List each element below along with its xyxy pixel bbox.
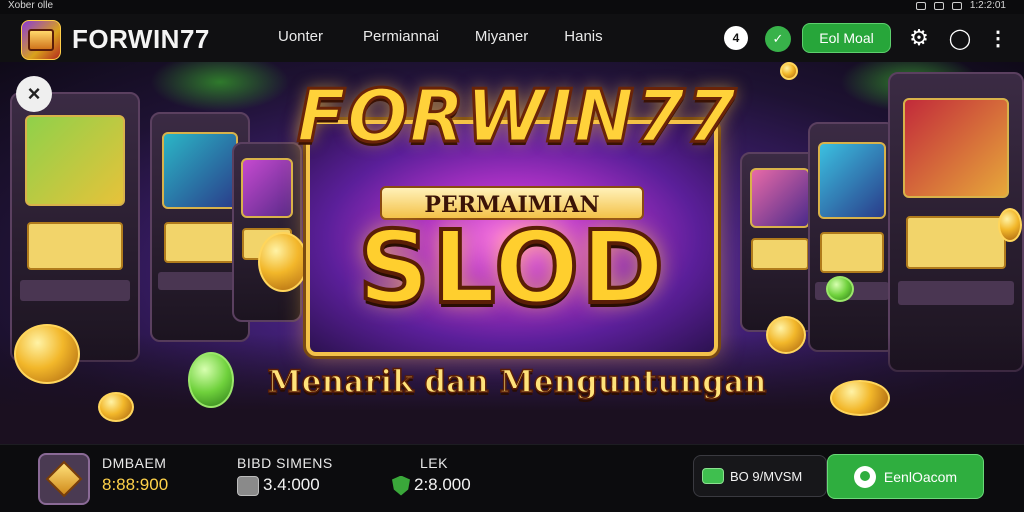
status-clock: 1:2:2:01 [969,0,1006,11]
machine-reels [820,232,884,274]
stat-value-row: 2:8.000 [392,475,471,496]
green-coin-icon [188,352,234,408]
machine-screen [240,158,294,218]
top-header: FORWIN77 Uonter Permiannai Miyaner Hanis… [0,14,1024,62]
stat-value-row: 3.4:000 [237,475,333,496]
nav-item-3[interactable]: Miyaner [475,28,528,45]
app-name-indicator: Xober olle [8,0,54,11]
machine-deck [897,281,1015,305]
machine-screen [749,168,811,228]
coin-icon [998,208,1022,242]
primary-action-button[interactable]: EenlOacom [827,454,984,499]
wifi-icon [915,1,926,10]
banner-headline: SLOD [356,209,667,326]
machine-reels [751,238,809,271]
gem-icon[interactable] [38,453,90,505]
refresh-icon [853,465,876,488]
machine-screen [24,115,126,206]
coin-icon [14,324,80,384]
close-icon[interactable]: × [16,76,52,112]
machine-screen [903,97,1009,199]
green-coin-icon [826,276,854,302]
stat-label: DMBAEM [102,455,167,471]
nav-item-4[interactable]: Hanis [564,28,602,45]
stat-value: 3.4:000 [263,475,320,494]
machine-reels [163,222,237,264]
stat-label: LEK [420,455,448,471]
cash-icon [702,468,724,484]
deposit-pill-label: BO 9/MVSM [730,468,803,484]
nav-item-2[interactable]: Permiannai [363,28,439,45]
coin-icon [766,316,806,354]
header-cta-button[interactable]: Eol Moal [802,23,891,53]
app-logo[interactable] [21,20,61,60]
nav-item-1[interactable]: Uonter [278,28,323,45]
primary-action-label: EenlOacom [883,468,958,485]
coin-icon [98,392,134,422]
coin-icon [258,232,308,292]
deposit-pill[interactable]: BO 9/MVSM [693,455,827,497]
wallet-icon[interactable]: 4 [724,26,748,50]
machine-screen [818,142,886,219]
status-bar: Xober olle 1:2:2:01 [0,0,1024,14]
stat-third: LEK 2:8.000 [392,455,471,496]
stat-label: BIBD SIMENS [237,455,333,471]
coin-icon [780,62,798,80]
slot-machine-icon [28,29,54,51]
chat-icon[interactable]: ◯ [947,25,973,51]
machine-reels [905,216,1007,270]
gear-icon[interactable]: ⚙ [906,25,932,51]
slot-machine-left-1 [10,92,140,362]
machine-deck [157,272,243,291]
stat-second: BIBD SIMENS 3.4:000 [237,455,333,496]
stat-balance: DMBAEM 8:88:900 [102,455,168,495]
banner-tagline: Menarik dan Menguntungan [267,363,768,401]
machine-screen [161,132,239,209]
box-icon [237,475,259,496]
banner-title: FORWIN77 [295,74,738,158]
main-nav: Uonter Permiannai Miyaner Hanis [278,28,603,45]
stat-value: 2:8.000 [414,475,471,494]
slot-machine-left-3 [232,142,302,322]
status-left: Xober olle [8,0,53,11]
shield-icon [392,475,410,496]
slot-machine-right-2 [808,122,896,352]
coin-icon [830,380,890,416]
status-right: 1:2:2:01 [915,0,1006,11]
machine-deck [19,280,131,302]
bottom-bar: DMBAEM 8:88:900 BIBD SIMENS 3.4:000 LEK … [0,444,1024,512]
more-menu-icon[interactable]: ⋮ [988,25,1008,51]
check-icon[interactable]: ✓ [765,26,791,52]
gem-shape [45,460,83,498]
stat-value: 8:88:900 [102,475,169,494]
machine-reels [27,221,123,270]
signal-icon [933,1,944,10]
battery-icon [951,1,962,10]
brand-title[interactable]: FORWIN77 [72,24,210,55]
